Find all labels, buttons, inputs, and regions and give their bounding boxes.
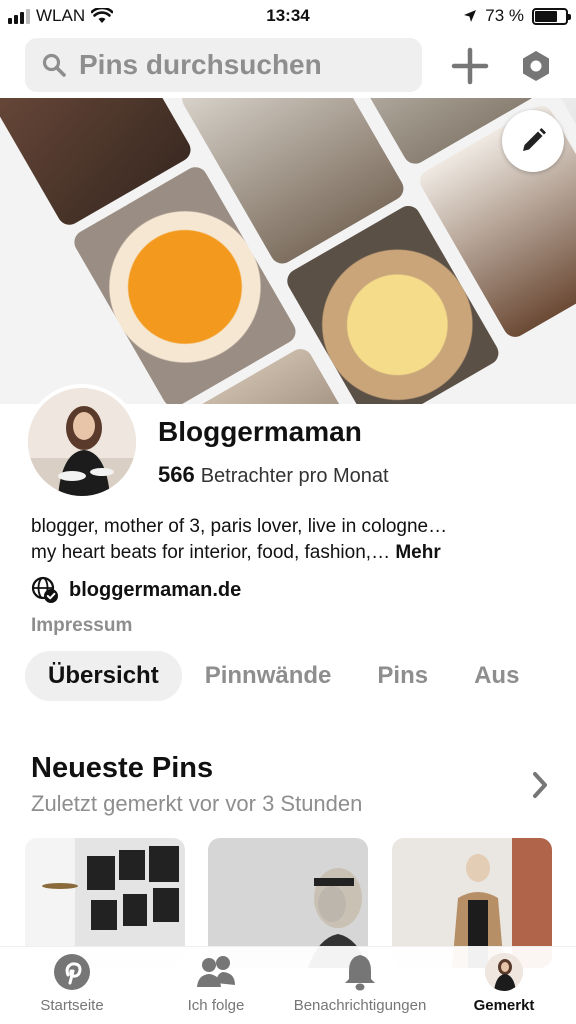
settings-button[interactable]: [516, 46, 556, 86]
nav-label: Ich folge: [187, 997, 245, 1014]
plus-icon: [451, 47, 489, 85]
pencil-icon: [523, 128, 546, 151]
recent-pins-chevron[interactable]: [530, 770, 550, 805]
bottom-navigation: Startseite Ich folge Benachrichtigungen …: [0, 946, 576, 1024]
viewer-count: 566: [158, 462, 195, 487]
top-bar: [0, 36, 576, 94]
profile-tabs: Übersicht Pinnwände Pins Aus: [25, 650, 576, 702]
status-bar: WLAN 13:34 73 %: [0, 0, 576, 34]
nav-label: Gemerkt: [473, 997, 535, 1014]
search-input[interactable]: [79, 49, 399, 81]
monthly-viewers: 566 Betrachter pro Monat: [158, 462, 389, 488]
add-button[interactable]: [450, 46, 490, 86]
nav-saved[interactable]: Gemerkt: [432, 953, 576, 1014]
bio-more-link[interactable]: Mehr: [395, 542, 440, 563]
battery-percent: 73 %: [485, 6, 524, 25]
nav-label: Benachrichtigungen: [293, 997, 427, 1014]
impressum-link[interactable]: Impressum: [31, 615, 132, 637]
avatar-image: [28, 388, 136, 496]
tab-overview[interactable]: Übersicht: [25, 651, 182, 701]
profile-bio: blogger, mother of 3, paris lover, live …: [31, 514, 551, 566]
battery-fill: [535, 10, 557, 22]
profile-name: Bloggermaman: [158, 416, 362, 447]
avatar: [485, 953, 523, 991]
edit-profile-button[interactable]: [502, 110, 564, 172]
search-icon: [42, 53, 66, 77]
people-icon: [197, 956, 235, 987]
profile-cover: [0, 98, 576, 404]
battery-icon: [532, 7, 571, 25]
bell-icon: [345, 955, 375, 991]
nav-notifications[interactable]: Benachrichtigungen: [288, 953, 432, 1014]
profile-avatar[interactable]: [24, 384, 140, 500]
bio-line-2: my heart beats for interior, food, fashi…: [31, 542, 391, 563]
location-arrow-icon: [464, 10, 477, 22]
hexagon-settings-icon: [523, 51, 549, 81]
tab-boards[interactable]: Pinnwände: [182, 651, 355, 701]
nav-home[interactable]: Startseite: [0, 953, 144, 1014]
website-link[interactable]: bloggermaman.de: [31, 576, 241, 604]
nav-following[interactable]: Ich folge: [144, 953, 288, 1014]
viewer-label: Betrachter pro Monat: [200, 465, 389, 487]
recent-pins-title: Neueste Pins: [31, 752, 214, 784]
verified-globe-icon: [31, 576, 58, 603]
search-bar[interactable]: [25, 38, 422, 92]
chevron-right-icon: [533, 772, 547, 798]
nav-label: Startseite: [40, 997, 104, 1014]
bio-line-1: blogger, mother of 3, paris lover, live …: [31, 516, 448, 537]
status-bar-right: 73 %: [463, 6, 571, 26]
tab-pins[interactable]: Pins: [354, 651, 451, 701]
website-label: bloggermaman.de: [69, 578, 242, 601]
tab-more[interactable]: Aus: [451, 651, 542, 701]
recent-pins-subtitle: Zuletzt gemerkt vor vor 3 Stunden: [31, 791, 363, 816]
pinterest-logo-icon: [54, 954, 90, 990]
